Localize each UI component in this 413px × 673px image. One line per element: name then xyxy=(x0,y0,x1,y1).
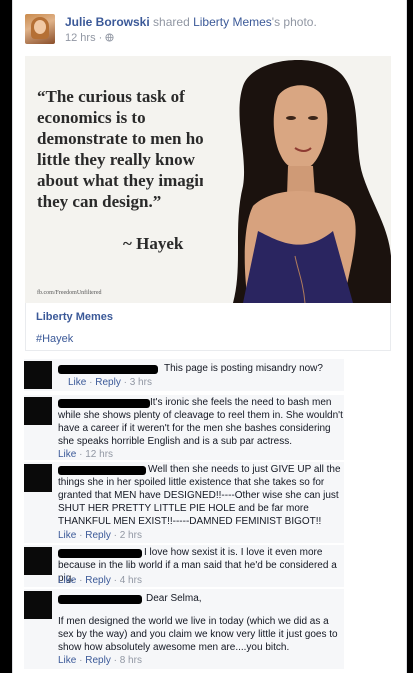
woman-portrait-image xyxy=(203,56,391,303)
comment-text: This page is posting misandry now? xyxy=(164,363,323,374)
comment-actions: Like · Reply · 8 hrs xyxy=(58,655,142,666)
comment-actions: Like · Reply · 2 hrs xyxy=(58,530,142,541)
link-title[interactable]: Liberty Memes xyxy=(36,311,113,323)
comment-actions: Like · 12 hrs xyxy=(58,449,114,460)
photo-attribution: ~ Hayek xyxy=(123,234,184,253)
comment-time[interactable]: 8 hrs xyxy=(120,655,142,666)
reply-link[interactable]: Reply xyxy=(95,377,121,388)
comment-time[interactable]: 3 hrs xyxy=(130,377,152,388)
commenter-avatar[interactable] xyxy=(24,397,52,425)
post-header: Julie Borowski shared Liberty Memes's ph… xyxy=(25,14,395,46)
shared-photo[interactable]: “The curious task of economics is to dem… xyxy=(25,56,391,303)
comment-item: Dear Selma, If men designed the world we… xyxy=(24,589,344,669)
author-name-link[interactable]: Julie Borowski xyxy=(65,15,150,29)
author-avatar[interactable] xyxy=(25,14,55,44)
photo-quote: “The curious task of economics is to dem… xyxy=(37,87,216,211)
like-link[interactable]: Like xyxy=(58,655,76,666)
like-link[interactable]: Like xyxy=(68,377,86,388)
reply-link[interactable]: Reply xyxy=(85,575,111,586)
object-text: 's photo. xyxy=(271,15,317,29)
shared-text: shared xyxy=(153,15,190,29)
comment-time[interactable]: 12 hrs xyxy=(85,449,113,460)
redacted-name xyxy=(58,365,158,374)
link-box: Liberty Memes #Hayek xyxy=(25,303,391,351)
comment-item: I love how sexist it is. I love it even … xyxy=(24,545,344,587)
globe-icon[interactable] xyxy=(105,32,114,44)
comment-text: It's ironic she feels the need to bash m… xyxy=(58,397,343,447)
photo-credit: fb.com/FreedomUnfiltered xyxy=(37,290,102,296)
comment-actions: Like · Reply · 4 hrs xyxy=(58,575,142,586)
comment-text: Well then she needs to just GIVE UP all … xyxy=(58,464,341,527)
comment-item: It's ironic she feels the need to bash m… xyxy=(24,395,344,460)
commenter-avatar[interactable] xyxy=(24,591,52,619)
redacted-name xyxy=(58,595,142,604)
comment-item: Well then she needs to just GIVE UP all … xyxy=(24,462,344,543)
hashtag-link[interactable]: #Hayek xyxy=(36,333,73,345)
page-name-link[interactable]: Liberty Memes xyxy=(193,15,272,29)
comment-text: If men designed the world we live in tod… xyxy=(58,616,338,653)
comment-actions: Like · Reply · 3 hrs xyxy=(68,377,152,388)
commenter-avatar[interactable] xyxy=(24,464,52,492)
like-link[interactable]: Like xyxy=(58,530,76,541)
comment-time[interactable]: 2 hrs xyxy=(120,530,142,541)
post-headline: Julie Borowski shared Liberty Memes's ph… xyxy=(65,15,317,29)
post-meta: 12 hrs · xyxy=(65,32,114,44)
like-link[interactable]: Like xyxy=(58,449,76,460)
like-link[interactable]: Like xyxy=(58,575,76,586)
comment-time[interactable]: 4 hrs xyxy=(120,575,142,586)
commenter-avatar[interactable] xyxy=(24,361,52,389)
reply-link[interactable]: Reply xyxy=(85,655,111,666)
commenter-avatar[interactable] xyxy=(24,547,52,575)
reply-link[interactable]: Reply xyxy=(85,530,111,541)
comment-greeting: Dear Selma, xyxy=(146,593,202,604)
post-time-link[interactable]: 12 hrs xyxy=(65,32,96,44)
comment-item: This page is posting misandry now? Like … xyxy=(24,359,344,391)
